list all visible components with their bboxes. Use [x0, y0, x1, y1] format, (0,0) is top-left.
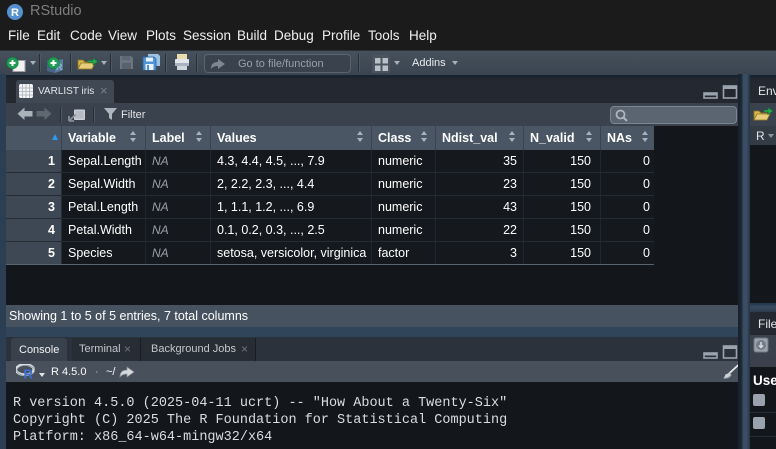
svg-text:R: R — [11, 7, 19, 19]
svg-text:R: R — [24, 367, 34, 382]
